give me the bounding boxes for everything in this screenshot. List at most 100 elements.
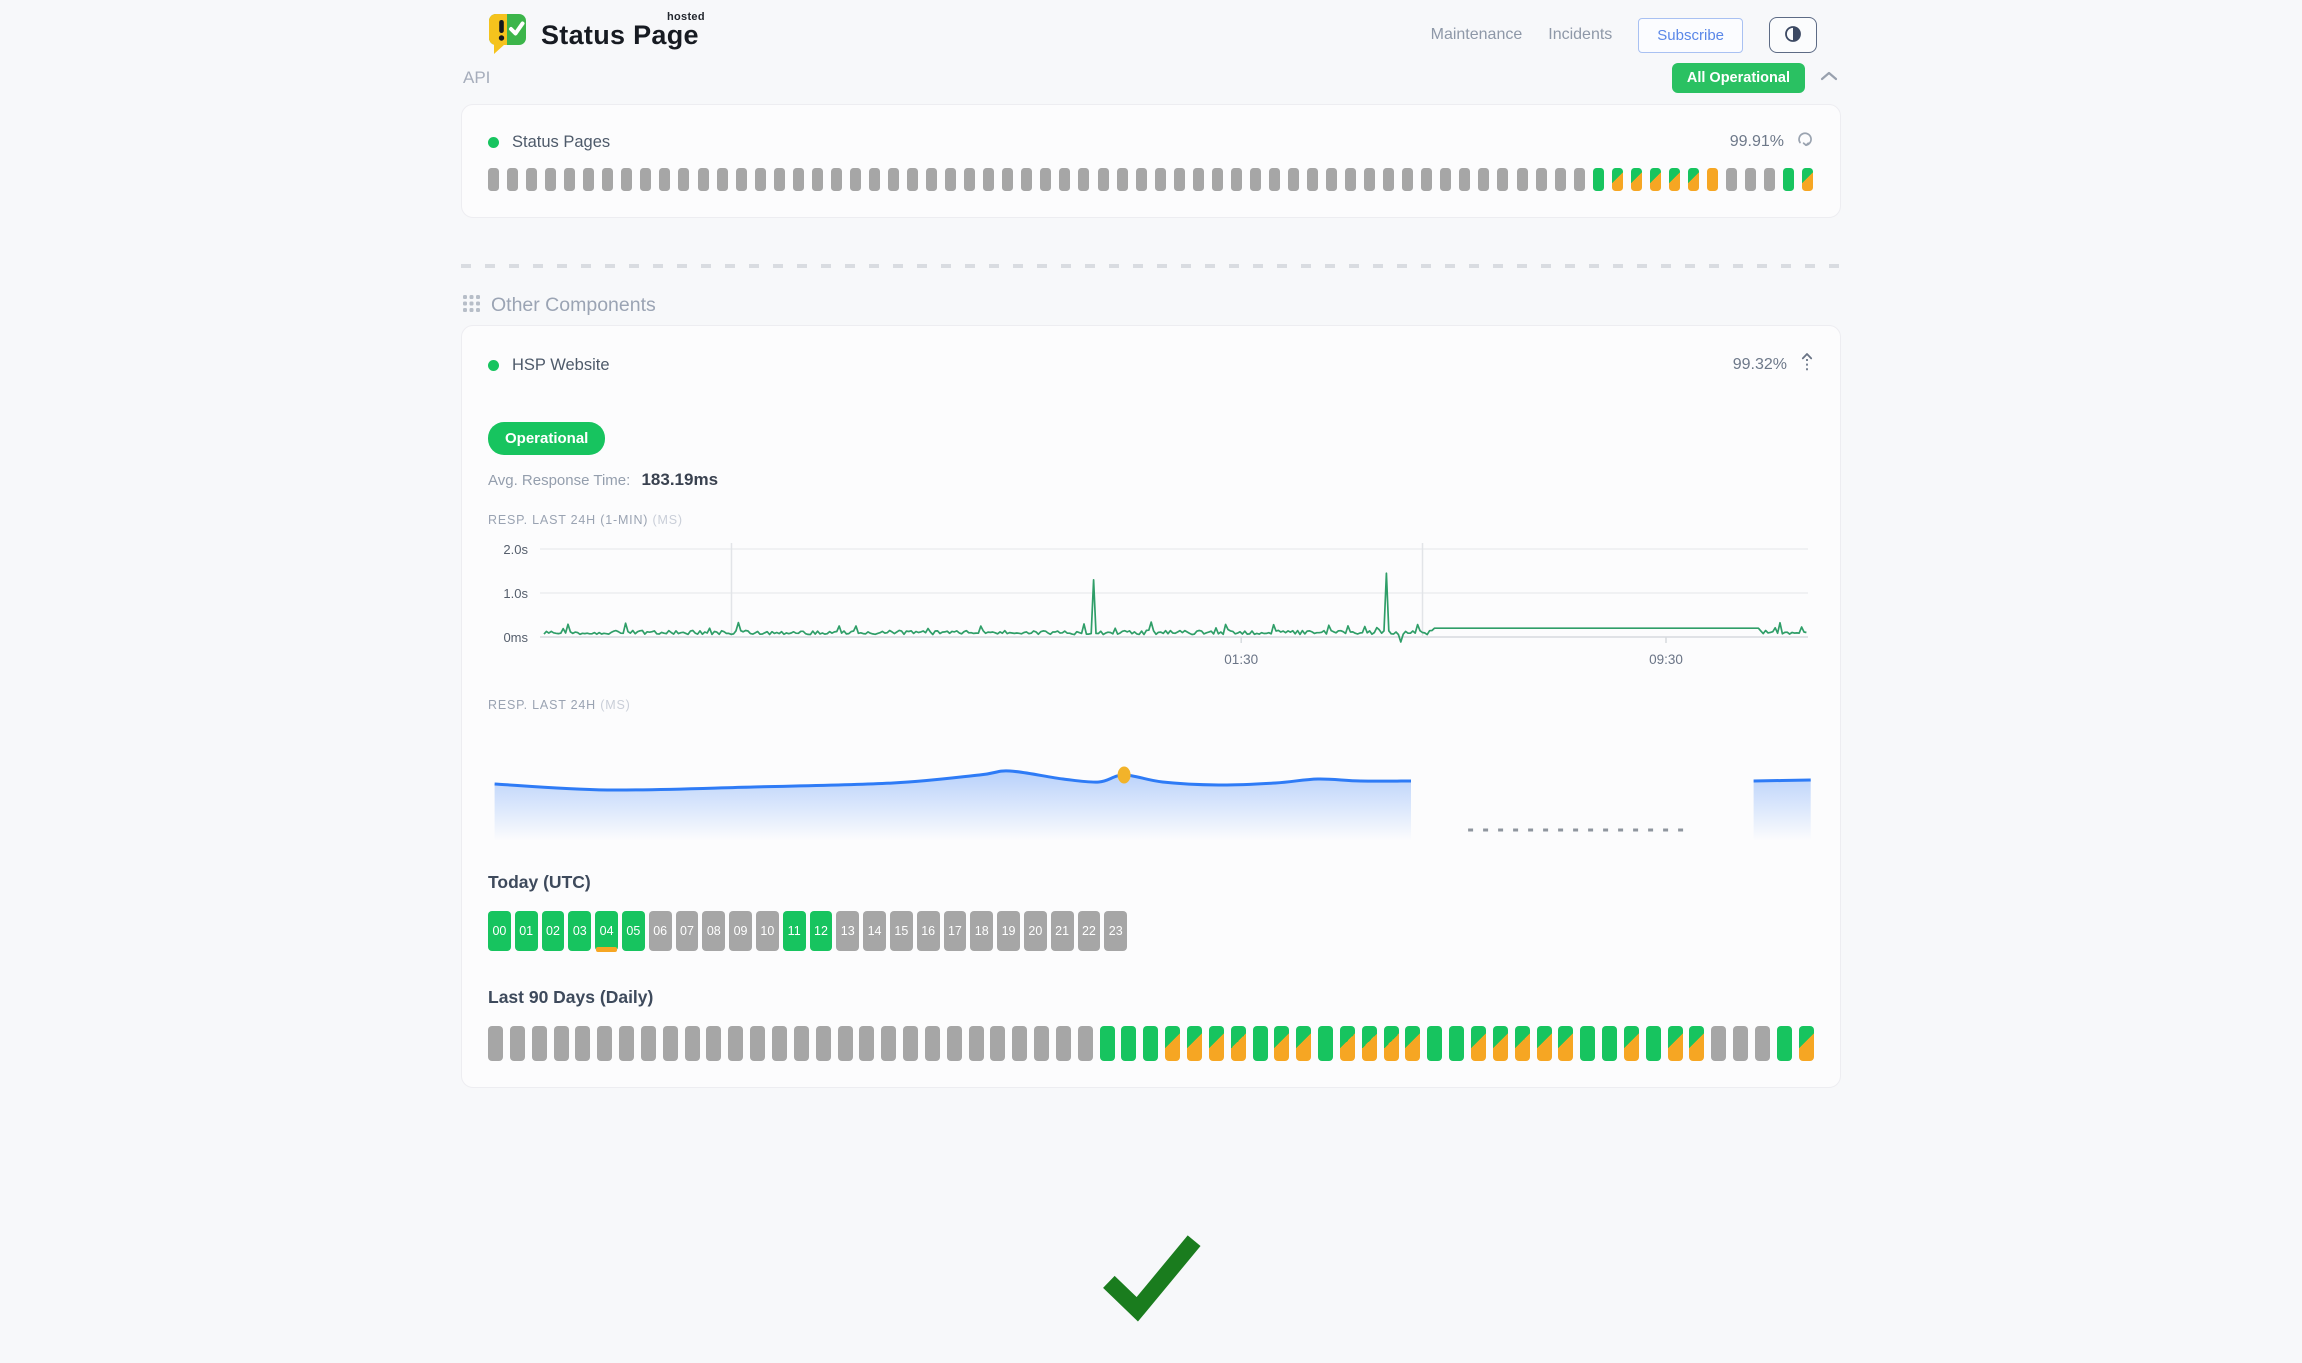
- nav-maintenance[interactable]: Maintenance: [1431, 26, 1523, 44]
- uptime-cell[interactable]: [1364, 168, 1375, 191]
- uptime-cell[interactable]: [750, 1026, 765, 1061]
- hour-cell-12[interactable]: 12: [810, 911, 833, 951]
- uptime-cell[interactable]: [1078, 168, 1089, 191]
- uptime-cell[interactable]: [755, 168, 766, 191]
- hour-cell-09[interactable]: 09: [729, 911, 752, 951]
- uptime-cell[interactable]: [1515, 1026, 1530, 1061]
- nav-incidents[interactable]: Incidents: [1548, 26, 1612, 44]
- uptime-cell[interactable]: [1212, 168, 1223, 191]
- uptime-cell[interactable]: [1002, 168, 1013, 191]
- uptime-cell[interactable]: [945, 168, 956, 191]
- uptime-cell[interactable]: [1593, 168, 1604, 191]
- uptime-cell[interactable]: [1726, 168, 1737, 191]
- uptime-cell[interactable]: [1155, 168, 1166, 191]
- hour-cell-00[interactable]: 00: [488, 911, 511, 951]
- uptime-cell[interactable]: [1631, 168, 1642, 191]
- uptime-cell[interactable]: [1440, 168, 1451, 191]
- uptime-cell[interactable]: [602, 168, 613, 191]
- uptime-cell[interactable]: [1231, 168, 1242, 191]
- uptime-cell[interactable]: [554, 1026, 569, 1061]
- uptime-cell[interactable]: [947, 1026, 962, 1061]
- uptime-cell[interactable]: [1459, 168, 1470, 191]
- uptime-cell[interactable]: [1165, 1026, 1180, 1061]
- uptime-cell[interactable]: [1777, 1026, 1792, 1061]
- uptime-cell[interactable]: [990, 1026, 1005, 1061]
- uptime-cell[interactable]: [926, 168, 937, 191]
- uptime-cell[interactable]: [1555, 168, 1566, 191]
- uptime-cell[interactable]: [1471, 1026, 1486, 1061]
- uptime-cell[interactable]: [1689, 1026, 1704, 1061]
- uptime-cell[interactable]: [1799, 1026, 1814, 1061]
- uptime-cell[interactable]: [1427, 1026, 1442, 1061]
- uptime-cell[interactable]: [564, 168, 575, 191]
- uptime-cell[interactable]: [1574, 168, 1585, 191]
- uptime-cell[interactable]: [1034, 1026, 1049, 1061]
- uptime-cell[interactable]: [583, 168, 594, 191]
- uptime-cell[interactable]: [1362, 1026, 1377, 1061]
- uptime-cell[interactable]: [706, 1026, 721, 1061]
- uptime-cell[interactable]: [640, 168, 651, 191]
- uptime-cell[interactable]: [903, 1026, 918, 1061]
- hour-cell-05[interactable]: 05: [622, 911, 645, 951]
- uptime-cell[interactable]: [1143, 1026, 1158, 1061]
- uptime-cell[interactable]: [1421, 168, 1432, 191]
- uptime-cell[interactable]: [1012, 1026, 1027, 1061]
- chevron-up-icon[interactable]: [1819, 69, 1839, 87]
- uptime-cell[interactable]: [659, 168, 670, 191]
- uptime-cell[interactable]: [793, 168, 804, 191]
- hour-cell-01[interactable]: 01: [515, 911, 538, 951]
- uptime-cell[interactable]: [1517, 168, 1528, 191]
- uptime-cell[interactable]: [1326, 168, 1337, 191]
- uptime-cell[interactable]: [685, 1026, 700, 1061]
- uptime-cell[interactable]: [619, 1026, 634, 1061]
- hour-cell-06[interactable]: 06: [649, 911, 672, 951]
- uptime-cell[interactable]: [1537, 1026, 1552, 1061]
- hour-cell-14[interactable]: 14: [863, 911, 886, 951]
- uptime-cell[interactable]: [1059, 168, 1070, 191]
- uptime-cell[interactable]: [1650, 168, 1661, 191]
- uptime-cell[interactable]: [488, 1026, 503, 1061]
- uptime-cell[interactable]: [1449, 1026, 1464, 1061]
- uptime-cell[interactable]: [1383, 168, 1394, 191]
- uptime-cell[interactable]: [1187, 1026, 1202, 1061]
- uptime-cell[interactable]: [1707, 168, 1718, 191]
- uptime-cell[interactable]: [1497, 168, 1508, 191]
- uptime-cell[interactable]: [545, 168, 556, 191]
- uptime-cell[interactable]: [621, 168, 632, 191]
- uptime-cell[interactable]: [507, 168, 518, 191]
- hour-cell-08[interactable]: 08: [702, 911, 725, 951]
- uptime-cell[interactable]: [859, 1026, 874, 1061]
- uptime-cell[interactable]: [1668, 1026, 1683, 1061]
- hour-cell-04[interactable]: 04: [595, 911, 618, 951]
- hour-cell-16[interactable]: 16: [917, 911, 940, 951]
- uptime-cell[interactable]: [532, 1026, 547, 1061]
- hour-cell-19[interactable]: 19: [997, 911, 1020, 951]
- subscribe-button[interactable]: Subscribe: [1638, 18, 1743, 53]
- uptime-cell[interactable]: [641, 1026, 656, 1061]
- uptime-cell[interactable]: [1318, 1026, 1333, 1061]
- uptime-cell[interactable]: [1098, 168, 1109, 191]
- uptime-cell[interactable]: [812, 168, 823, 191]
- uptime-cell[interactable]: [1764, 168, 1775, 191]
- uptime-cell[interactable]: [1688, 168, 1699, 191]
- hour-cell-02[interactable]: 02: [542, 911, 565, 951]
- uptime-cell[interactable]: [1100, 1026, 1115, 1061]
- uptime-cell[interactable]: [1405, 1026, 1420, 1061]
- uptime-cell[interactable]: [1602, 1026, 1617, 1061]
- uptime-cell[interactable]: [1612, 168, 1623, 191]
- uptime-cell[interactable]: [717, 168, 728, 191]
- uptime-cell[interactable]: [1783, 168, 1794, 191]
- uptime-cell[interactable]: [698, 168, 709, 191]
- uptime-cell[interactable]: [838, 1026, 853, 1061]
- uptime-cell[interactable]: [1274, 1026, 1289, 1061]
- hour-cell-21[interactable]: 21: [1051, 911, 1074, 951]
- uptime-cell[interactable]: [869, 168, 880, 191]
- uptime-cell[interactable]: [575, 1026, 590, 1061]
- uptime-cell[interactable]: [1711, 1026, 1726, 1061]
- uptime-cell[interactable]: [488, 168, 499, 191]
- uptime-cell[interactable]: [1646, 1026, 1661, 1061]
- uptime-cell[interactable]: [1580, 1026, 1595, 1061]
- hour-cell-18[interactable]: 18: [970, 911, 993, 951]
- uptime-cell[interactable]: [1040, 168, 1051, 191]
- uptime-cell[interactable]: [728, 1026, 743, 1061]
